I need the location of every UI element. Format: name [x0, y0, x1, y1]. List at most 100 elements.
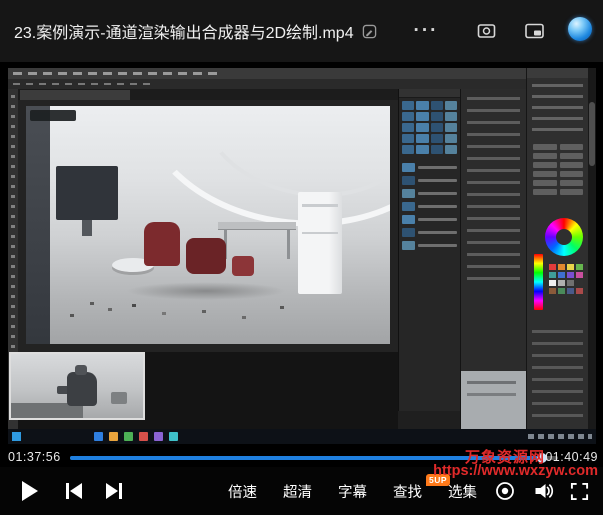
- color-swatch: [576, 280, 583, 286]
- tool-icon: [560, 144, 584, 150]
- render-pass-thumb: [445, 101, 457, 110]
- render-pass-row: [402, 228, 457, 237]
- render-pass-grid: [399, 98, 460, 157]
- pass-label-line: [418, 218, 457, 221]
- tool-icon: [533, 189, 557, 195]
- taskbar-icons: [94, 432, 178, 441]
- target-icon: [495, 481, 515, 501]
- render-pass-thumb: [402, 134, 414, 143]
- text-lines: [532, 330, 583, 418]
- pass-thumb: [402, 176, 415, 185]
- tool-grid: [533, 144, 583, 195]
- tool-icon: [560, 171, 584, 177]
- more-button[interactable]: ···: [413, 18, 439, 44]
- render-pass-thumb: [445, 134, 457, 143]
- edit-icon[interactable]: [362, 24, 377, 39]
- render-pass-thumb: [445, 112, 457, 121]
- total-time: 01:40:49: [545, 450, 598, 464]
- subtitle-button[interactable]: 字幕: [338, 481, 367, 502]
- search-button[interactable]: 查找: [393, 481, 422, 502]
- render-pass-thumb: [402, 112, 414, 121]
- title-bar: 23.案例演示-通道渲染输出合成器与2D绘制.mp4 ···: [0, 0, 603, 62]
- skip-previous-icon: [64, 481, 84, 501]
- color-swatch: [549, 272, 556, 278]
- fridge-shape: [298, 192, 342, 294]
- color-swatch: [576, 264, 583, 270]
- color-swatch: [567, 288, 574, 294]
- pip-mech-shape: [67, 372, 97, 406]
- episodes-button[interactable]: 5UP 选集: [448, 481, 477, 502]
- panel-tab: [527, 68, 588, 78]
- fullscreen-icon: [570, 482, 589, 501]
- text-lines: [532, 84, 583, 136]
- current-time: 01:37:56: [8, 450, 61, 464]
- pass-label-line: [418, 205, 457, 208]
- properties-panel: [460, 89, 526, 429]
- video-area[interactable]: [0, 62, 603, 447]
- pass-thumb: [402, 228, 415, 237]
- panel-scrollbar: [588, 68, 596, 429]
- monitor-shape: [56, 166, 118, 220]
- tool-icon: [533, 162, 557, 168]
- taskbar-app-icon: [154, 432, 163, 441]
- render-pass-thumb: [416, 101, 428, 110]
- play-icon: [20, 480, 40, 502]
- quality-button[interactable]: 超清: [283, 481, 312, 502]
- picture-in-picture-icon: [524, 21, 545, 41]
- render-pass-thumb: [416, 145, 428, 154]
- red-chair-shape: [144, 222, 180, 266]
- skip-next-icon: [104, 481, 124, 501]
- render-pass-row: [402, 241, 457, 250]
- debris-dots: [90, 302, 94, 305]
- render-pass-row: [402, 189, 457, 198]
- render-pass-thumb: [431, 123, 443, 132]
- mini-window-button[interactable]: [521, 18, 547, 44]
- start-icon: [12, 432, 21, 441]
- screenshot-button[interactable]: [473, 18, 499, 44]
- floor-shadow: [126, 282, 286, 300]
- color-swatch: [549, 264, 556, 270]
- pass-thumb: [402, 241, 415, 250]
- player-window: 23.案例演示-通道渲染输出合成器与2D绘制.mp4 ···: [0, 0, 603, 515]
- pip-object-shape: [111, 392, 127, 404]
- volume-icon: [533, 481, 554, 501]
- app-menubar: [8, 68, 596, 79]
- monitor-stand-shape: [82, 220, 92, 236]
- pip-mech-head-shape: [75, 365, 87, 375]
- tool-icon: [533, 180, 557, 186]
- red-chair-shape: [186, 238, 226, 274]
- play-button[interactable]: [16, 467, 44, 515]
- render-pass-row: [402, 202, 457, 211]
- episodes-label: 选集: [448, 485, 477, 501]
- dark-wall-shape: [26, 106, 50, 344]
- taskbar-app-icon: [94, 432, 103, 441]
- scrollbar-thumb: [589, 102, 595, 166]
- render-pass-list: [399, 157, 460, 256]
- color-swatch: [549, 288, 556, 294]
- tool-icon: [533, 144, 557, 150]
- pass-thumb: [402, 202, 415, 211]
- color-swatch: [576, 272, 583, 278]
- color-wheel: [545, 218, 583, 256]
- render-pass-thumb: [416, 112, 428, 121]
- pass-thumb: [402, 215, 415, 224]
- color-swatch: [567, 272, 574, 278]
- color-swatch: [558, 272, 565, 278]
- render-pass-row: [402, 215, 457, 224]
- previous-button[interactable]: [60, 467, 88, 515]
- scene-canvas: [26, 106, 390, 344]
- red-stool-shape: [232, 256, 254, 276]
- render-pass-thumb: [445, 123, 457, 132]
- tool-icon: [533, 171, 557, 177]
- next-button[interactable]: [100, 467, 128, 515]
- watermark-url: https://www.wxzyw.com: [433, 463, 598, 479]
- color-swatch: [558, 280, 565, 286]
- pass-label-line: [418, 166, 457, 169]
- render-pass-thumb: [416, 123, 428, 132]
- speed-button[interactable]: 倍速: [228, 481, 257, 502]
- render-pass-thumb: [431, 112, 443, 121]
- render-pass-panel: [398, 89, 460, 411]
- table-shape: [218, 222, 296, 229]
- tools-panel: [526, 68, 588, 429]
- browser-assistant-ball-icon[interactable]: [568, 17, 592, 41]
